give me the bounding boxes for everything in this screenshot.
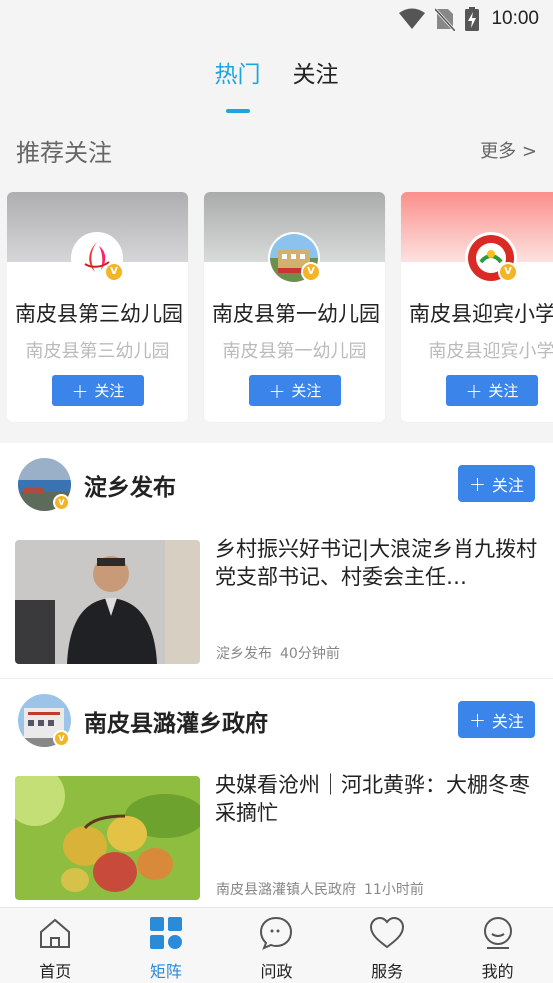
nav-label: 服务: [371, 962, 404, 981]
verified-badge: V: [498, 262, 518, 282]
follow-label: 关注: [491, 711, 524, 731]
account-name[interactable]: 南皮县潞灌乡政府: [84, 704, 268, 738]
recommend-header: 推荐关注 更多 >: [0, 130, 553, 170]
article-thumbnail[interactable]: [15, 776, 200, 900]
feed-item[interactable]: V 南皮县潞灌乡政府 + 关注 央媒看沧州｜河北黄骅：大棚冬枣采摘忙 南皮县潞灌镇…: [0, 679, 553, 915]
nav-mine[interactable]: 我的: [442, 908, 553, 983]
plus-icon: +: [465, 378, 483, 403]
follow-button[interactable]: + 关注: [52, 375, 144, 406]
heart-icon: [370, 916, 405, 949]
follow-button[interactable]: + 关注: [458, 701, 535, 738]
article-time: 11小时前: [364, 882, 424, 898]
feed-list: V 淀乡发布 + 关注 乡村振兴好书记|大浪淀乡肖九拨村党支部书记、村委会主任… …: [0, 443, 553, 915]
follow-button[interactable]: + 关注: [249, 375, 341, 406]
follow-button[interactable]: + 关注: [446, 375, 538, 406]
article-title[interactable]: 乡村振兴好书记|大浪淀乡肖九拨村党支部书记、村委会主任…: [215, 535, 540, 591]
no-sim-icon: [435, 7, 456, 31]
user-icon: [483, 917, 512, 949]
plus-icon: +: [71, 378, 89, 403]
verified-badge: V: [53, 494, 70, 511]
bottom-nav: 首页 矩阵 问政 服务 我的: [0, 907, 553, 983]
account-name[interactable]: 淀乡发布: [84, 468, 176, 502]
article-title[interactable]: 央媒看沧州｜河北黄骅：大棚冬枣采摘忙: [215, 771, 540, 827]
follow-button[interactable]: + 关注: [458, 465, 535, 502]
recommend-card[interactable]: V 南皮县迎宾小学 南皮县迎宾小学 + 关注: [401, 192, 553, 422]
article-time: 40分钟前: [280, 646, 340, 662]
nav-label: 矩阵: [149, 962, 182, 981]
recommend-card[interactable]: V 南皮县第一幼儿园 南皮县第一幼儿园 + 关注: [204, 192, 385, 422]
plus-icon: +: [469, 707, 486, 732]
chat-icon: [260, 916, 293, 950]
follow-label: 关注: [491, 475, 524, 495]
card-subtitle: 南皮县第三幼儿园: [25, 341, 170, 362]
plus-icon: +: [268, 378, 286, 403]
nav-label: 我的: [481, 962, 514, 981]
article-source: 南皮县潞灌镇人民政府: [216, 882, 356, 898]
verified-badge: V: [53, 730, 70, 747]
recommend-title: 推荐关注: [16, 138, 112, 167]
nav-home[interactable]: 首页: [0, 908, 111, 983]
plus-icon: +: [469, 471, 486, 496]
card-name: 南皮县第一幼儿园: [212, 302, 380, 326]
card-subtitle: 南皮县迎宾小学: [428, 341, 553, 362]
article-source: 淀乡发布: [216, 646, 272, 662]
article-thumbnail[interactable]: [15, 540, 200, 664]
home-icon: [40, 918, 71, 948]
article-meta: 淀乡发布 40分钟前: [216, 643, 340, 663]
top-tabs: 热门 关注: [0, 55, 553, 115]
recommend-card[interactable]: V 南皮县第三幼儿园 南皮县第三幼儿园 + 关注: [7, 192, 188, 422]
grid-icon: [149, 917, 182, 949]
follow-label: 关注: [291, 382, 322, 400]
card-subtitle: 南皮县第一幼儿园: [222, 341, 367, 362]
nav-inquiry[interactable]: 问政: [221, 908, 332, 983]
status-bar: 10:00: [0, 0, 553, 38]
battery-charging-icon: [465, 7, 480, 31]
card-name: 南皮县第三幼儿园: [15, 302, 183, 326]
nav-label: 首页: [39, 962, 72, 981]
status-time: 10:00: [491, 8, 539, 29]
card-name: 南皮县迎宾小学: [409, 302, 553, 326]
feed-item[interactable]: V 淀乡发布 + 关注 乡村振兴好书记|大浪淀乡肖九拨村党支部书记、村委会主任… …: [0, 443, 553, 679]
verified-badge: V: [104, 262, 124, 282]
nav-matrix[interactable]: 矩阵: [111, 908, 222, 983]
tab-following[interactable]: 关注: [293, 55, 339, 97]
follow-label: 关注: [488, 382, 519, 400]
article-meta: 南皮县潞灌镇人民政府 11小时前: [216, 879, 424, 899]
wifi-icon: [399, 8, 426, 29]
nav-label: 问政: [260, 962, 293, 981]
follow-label: 关注: [94, 382, 125, 400]
more-link[interactable]: 更多 >: [480, 137, 537, 163]
verified-badge: V: [301, 262, 321, 282]
nav-service[interactable]: 服务: [332, 908, 443, 983]
tab-hot[interactable]: 热门: [215, 55, 261, 113]
recommend-cards: V 南皮县第三幼儿园 南皮县第三幼儿园 + 关注 V 南皮县第一幼儿园 南皮县第一…: [7, 192, 553, 423]
